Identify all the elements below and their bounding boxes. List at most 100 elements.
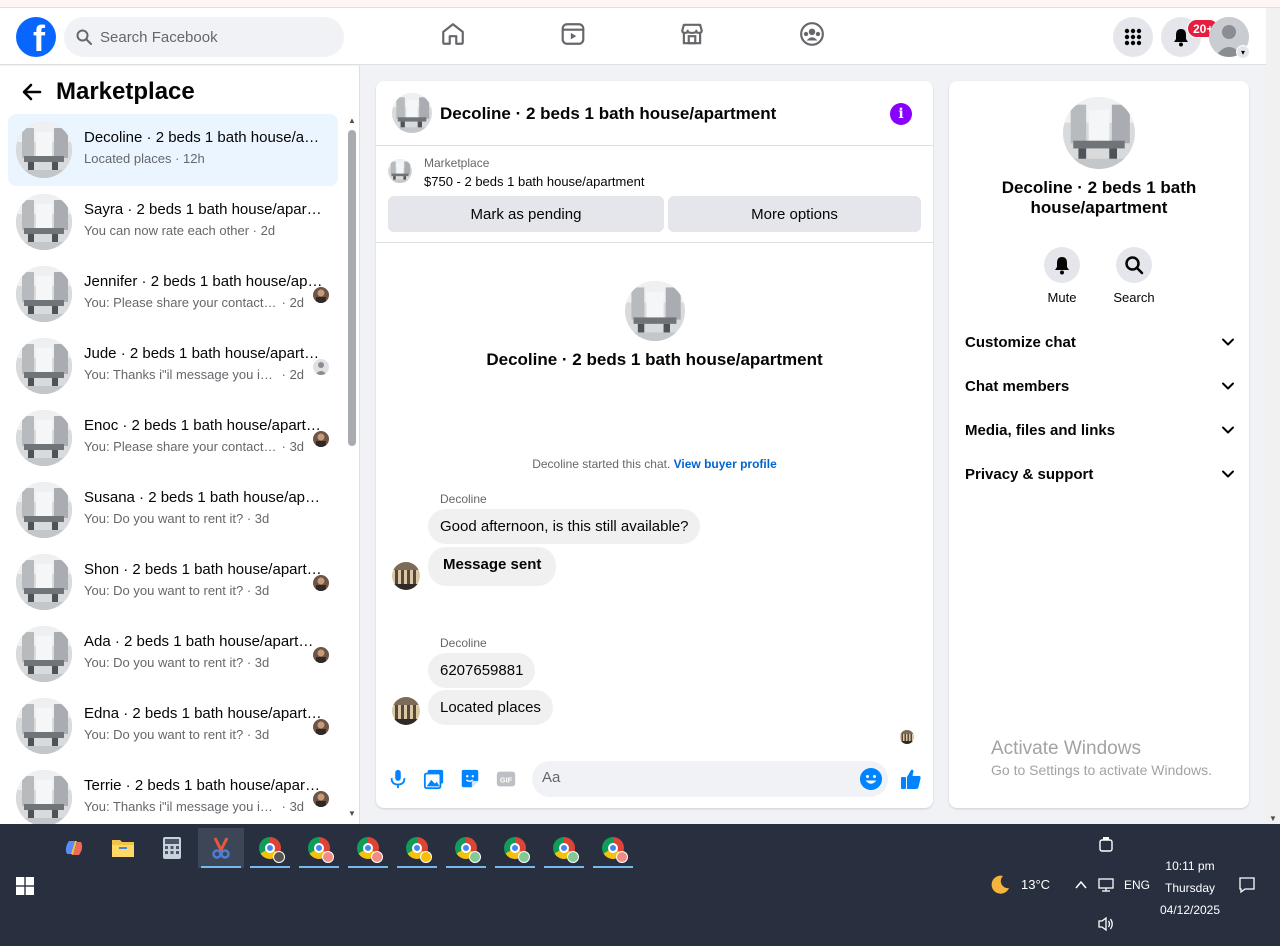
mute-button[interactable]: Mute <box>1026 247 1098 305</box>
browser-top-strip <box>0 0 1280 8</box>
chat-thumbnail[interactable] <box>392 93 432 133</box>
read-receipt-avatar <box>313 359 329 375</box>
chrome-app-icon[interactable] <box>590 828 636 868</box>
back-arrow-icon[interactable] <box>20 80 44 104</box>
conversation-snippet: You: Please share your contact n... · 3d <box>84 439 305 454</box>
conversation-title: Decoline · 2 beds 1 bath house/apartment <box>84 129 324 146</box>
calculator-app-icon[interactable] <box>149 828 195 868</box>
conversation-item[interactable]: Sayra · 2 beds 1 bath house/apartment Yo… <box>8 186 338 258</box>
message-input[interactable] <box>542 769 842 786</box>
chevron-up-icon[interactable] <box>1074 878 1088 892</box>
conversation-snippet: You: Do you want to rent it? · 3d <box>84 727 270 742</box>
sticker-icon[interactable] <box>459 768 481 790</box>
chrome-app-icon[interactable] <box>345 828 391 868</box>
menu-grid-button[interactable] <box>1113 17 1153 57</box>
weather-temperature[interactable]: 13°C <box>1021 877 1050 892</box>
message-bubble[interactable]: Good afternoon, is this still available? <box>428 509 701 544</box>
conversation-snippet: You: Do you want to rent it? · 3d <box>84 655 270 670</box>
chrome-app-icon[interactable] <box>247 828 293 868</box>
chrome-app-icon[interactable] <box>492 828 538 868</box>
conversation-snippet: You: Please share your contact n... · 2d <box>84 295 305 310</box>
conversation-item[interactable]: Ada · 2 beds 1 bath house/apartment You:… <box>8 618 338 690</box>
conversation-item[interactable]: Jude · 2 beds 1 bath house/apartment You… <box>8 330 338 402</box>
message-bubble[interactable]: 6207659881 <box>428 653 536 688</box>
conversation-snippet: You can now rate each other · 2d <box>84 223 276 238</box>
mute-label: Mute <box>1047 290 1077 305</box>
scroll-up-arrow-icon[interactable]: ▲ <box>348 116 356 125</box>
message-bubble[interactable]: Message sent <box>428 547 557 586</box>
view-buyer-profile-link[interactable]: View buyer profile <box>674 457 777 471</box>
listing-thumbnail <box>16 698 72 754</box>
windows-start-icon[interactable] <box>16 877 34 895</box>
page-scrollbar[interactable]: ▼ <box>1266 8 1280 824</box>
moon-weather-icon[interactable] <box>988 873 1012 897</box>
scroll-down-arrow-icon[interactable]: ▼ <box>348 809 356 818</box>
search-box[interactable] <box>64 17 344 57</box>
mark-as-pending-button[interactable]: Mark as pending <box>388 196 664 232</box>
chrome-app-icon[interactable] <box>443 828 489 868</box>
conversation-item[interactable]: Shon · 2 beds 1 bath house/apartment You… <box>8 546 338 618</box>
scroll-down-arrow-icon[interactable]: ▼ <box>1269 814 1277 823</box>
chat-details-panel: Decoline · 2 beds 1 bath house/apartment… <box>949 81 1249 808</box>
emoji-icon[interactable] <box>860 768 882 790</box>
listing-banner: Marketplace $750 - 2 beds 1 bath house/a… <box>376 147 933 243</box>
message-bubble[interactable]: Located places <box>428 690 553 725</box>
chevron-down-icon[interactable]: ▾ <box>1236 45 1250 59</box>
file-explorer-app-icon[interactable] <box>100 828 146 868</box>
copilot-app-icon[interactable] <box>51 828 97 868</box>
photo-icon[interactable] <box>423 768 445 790</box>
conversation-item[interactable]: Terrie · 2 beds 1 bath house/apartment Y… <box>8 762 338 824</box>
video-icon[interactable] <box>559 20 587 48</box>
sidebar-title: Marketplace <box>56 78 195 105</box>
clock-date: 04/12/2025 <box>1159 903 1221 917</box>
search-input[interactable] <box>100 28 320 46</box>
chat-panel: Decoline · 2 beds 1 bath house/apartment… <box>376 81 933 808</box>
chat-members-row[interactable]: Chat members <box>965 364 1235 408</box>
gif-icon[interactable]: GIF <box>495 768 517 790</box>
conversation-item[interactable]: Susana · 2 beds 1 bath house/apartment Y… <box>8 474 338 546</box>
chrome-app-icon[interactable] <box>541 828 587 868</box>
more-options-button[interactable]: More options <box>668 196 921 232</box>
system-clock[interactable]: 10:11 pm Thursday 04/12/2025 <box>1150 855 1230 921</box>
network-icon[interactable] <box>1097 877 1115 893</box>
sender-avatar[interactable] <box>392 697 420 725</box>
listing-thumbnail <box>16 122 72 178</box>
chat-header: Decoline · 2 beds 1 bath house/apartment… <box>376 81 933 146</box>
snipping-tool-app-icon[interactable] <box>198 828 244 868</box>
home-icon[interactable] <box>439 20 467 48</box>
sidebar-scrollbar[interactable]: ▲ ▼ <box>346 114 358 824</box>
scrollbar-thumb[interactable] <box>348 130 356 446</box>
conversation-item[interactable]: Jennifer · 2 beds 1 bath house/apartment… <box>8 258 338 330</box>
chat-title[interactable]: Decoline · 2 beds 1 bath house/apartment <box>440 104 776 124</box>
search-in-chat-button[interactable]: Search <box>1098 247 1170 305</box>
read-receipt-avatar <box>313 791 329 807</box>
conversation-item[interactable]: Decoline · 2 beds 1 bath house/apartment… <box>8 114 338 186</box>
listing-label: Marketplace <box>424 156 490 170</box>
message-sender: Decoline <box>440 492 487 506</box>
volume-icon[interactable] <box>1097 916 1115 932</box>
chrome-app-icon[interactable] <box>296 828 342 868</box>
media-files-links-row[interactable]: Media, files and links <box>965 408 1235 452</box>
microphone-icon[interactable] <box>387 768 409 790</box>
groups-icon[interactable] <box>798 20 826 48</box>
search-icon <box>1125 256 1144 275</box>
meet-now-icon[interactable] <box>1097 836 1115 854</box>
facebook-logo-icon[interactable]: f <box>16 17 56 57</box>
conversation-item[interactable]: Enoc · 2 beds 1 bath house/apartment You… <box>8 402 338 474</box>
notification-center-icon[interactable] <box>1238 876 1256 894</box>
grid-icon <box>1124 28 1142 46</box>
like-icon[interactable] <box>899 767 923 791</box>
chrome-app-icon[interactable] <box>394 828 440 868</box>
marketplace-icon[interactable] <box>678 20 706 48</box>
listing-thumbnail[interactable] <box>388 159 412 183</box>
conversation-item[interactable]: Edna · 2 beds 1 bath house/apartment You… <box>8 690 338 762</box>
read-receipt-avatar <box>313 287 329 303</box>
conversation-title: Shon · 2 beds 1 bath house/apartment <box>84 561 324 578</box>
listing-price[interactable]: $750 - 2 beds 1 bath house/apartment <box>424 174 644 189</box>
sender-avatar[interactable] <box>392 562 420 590</box>
customize-chat-row[interactable]: Customize chat <box>965 320 1235 364</box>
message-input-wrapper[interactable] <box>532 761 888 797</box>
privacy-support-row[interactable]: Privacy & support <box>965 452 1235 496</box>
language-indicator[interactable]: ENG <box>1124 878 1150 892</box>
info-icon[interactable]: i <box>890 103 912 125</box>
